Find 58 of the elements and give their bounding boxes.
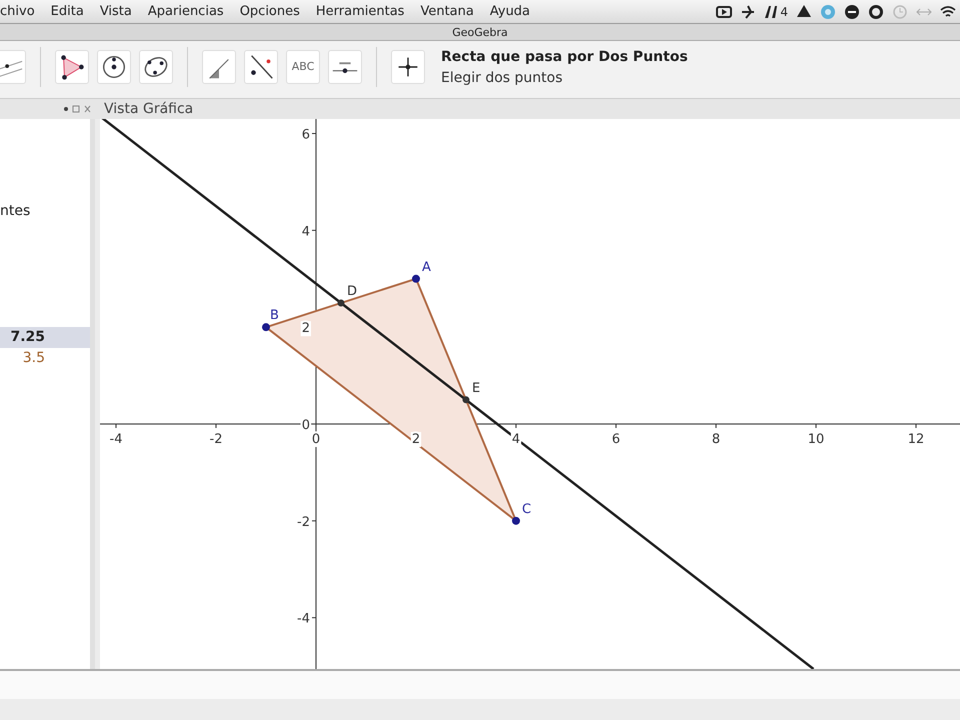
x-tick-label: -4 xyxy=(110,432,122,448)
y-tick-label: -2 xyxy=(297,514,310,530)
menu-item[interactable]: Ayuda xyxy=(482,0,538,24)
status-count: 4 xyxy=(780,4,788,20)
slider-tool-button[interactable] xyxy=(328,50,362,84)
algebra-value[interactable]: 3.5 xyxy=(0,348,90,369)
point[interactable] xyxy=(338,299,344,306)
point[interactable] xyxy=(412,274,420,283)
y-tick-label: 6 xyxy=(302,128,310,143)
menu-item[interactable]: Opciones xyxy=(232,0,308,24)
point-label: A xyxy=(422,260,431,275)
x-tick-label: 12 xyxy=(908,432,924,448)
y-tick-label: -4 xyxy=(297,612,310,627)
x-tick-label: 2 xyxy=(412,432,420,448)
angle-tool-button[interactable] xyxy=(202,50,236,84)
window-title: GeoGebra xyxy=(452,26,508,39)
tool-help: Elegir dos puntos xyxy=(441,69,564,88)
y-tick-label: 4 xyxy=(302,224,310,240)
point-label: E xyxy=(472,380,480,396)
point[interactable] xyxy=(262,323,270,332)
tool-name: Recta que pasa por Dos Puntos xyxy=(441,48,688,67)
dot-icon[interactable] xyxy=(844,4,860,20)
circle-tool-button[interactable] xyxy=(97,50,131,84)
video-icon[interactable] xyxy=(716,4,732,20)
text-tool-button[interactable]: ABC xyxy=(286,50,320,84)
input-bar[interactable] xyxy=(0,669,960,699)
panel-controls-icon[interactable] xyxy=(62,104,92,114)
menu-item[interactable]: chivo xyxy=(0,0,43,24)
point[interactable] xyxy=(462,396,470,404)
menu-item[interactable]: Herramientas xyxy=(308,0,412,24)
menu-item[interactable]: Vista xyxy=(92,0,140,24)
polygon-tool-button[interactable] xyxy=(55,50,89,84)
point-label: D xyxy=(347,284,358,299)
point-label: C xyxy=(522,502,532,517)
line-tool-button[interactable] xyxy=(0,50,26,84)
y-tick-label: 0 xyxy=(302,418,310,434)
x-tick-label: 8 xyxy=(712,432,720,448)
algebra-heading[interactable]: ntes xyxy=(0,201,90,222)
menu-item[interactable]: Edita xyxy=(42,0,92,24)
x-tick-label: 4 xyxy=(512,432,520,448)
panel-title: Vista Gráfica xyxy=(103,100,194,118)
x-tick-label: 6 xyxy=(612,432,620,448)
y-tick-label: 2 xyxy=(302,321,310,336)
x-tick-label: 10 xyxy=(808,432,824,448)
ellipse-tool-button[interactable] xyxy=(139,50,173,84)
algebra-value[interactable]: 7.25 xyxy=(0,327,90,348)
x-tick-label: 0 xyxy=(312,432,320,448)
x-tick-label: -2 xyxy=(210,432,222,448)
point[interactable] xyxy=(512,516,520,525)
menu-item[interactable]: Ventana xyxy=(412,0,482,24)
wifi-icon[interactable] xyxy=(940,4,956,20)
move-tool-button[interactable] xyxy=(391,50,425,84)
triangle-icon[interactable] xyxy=(796,4,812,20)
point-label: B xyxy=(270,308,279,324)
reflect-tool-button[interactable] xyxy=(244,50,278,84)
menu-item[interactable]: Apariencias xyxy=(140,0,232,24)
ring-icon[interactable] xyxy=(868,4,884,20)
bolt-icon[interactable] xyxy=(740,4,756,20)
